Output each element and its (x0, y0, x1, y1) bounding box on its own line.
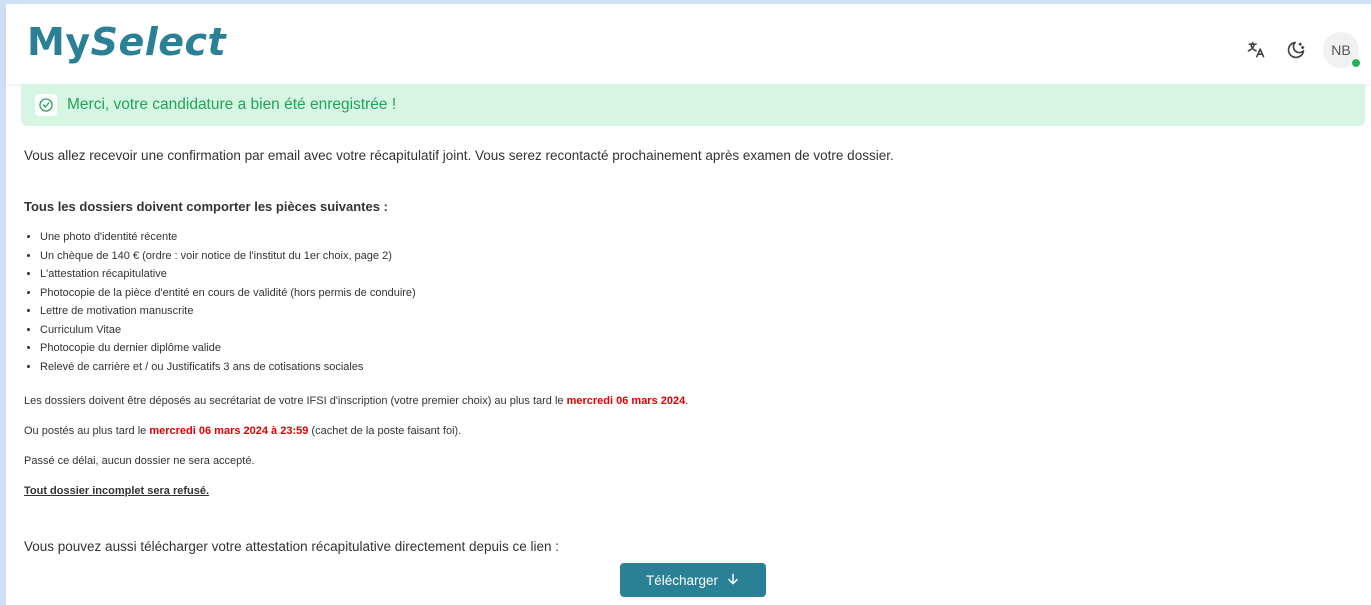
main-content: Vous allez recevoir une confirmation par… (24, 148, 1354, 554)
app-header: MySelect NB (6, 4, 1371, 84)
list-item: Relevé de carrière et / ou Justificatifs… (40, 358, 416, 377)
check-circle-icon (35, 94, 57, 116)
download-button[interactable]: Télécharger (620, 563, 766, 597)
list-item: L'attestation récapitulative (40, 265, 416, 284)
deadline-note: Passé ce délai, aucun dossier ne sera ac… (24, 455, 255, 467)
deposit-text-before: Les dossiers doivent être déposés au sec… (24, 395, 567, 407)
list-item: Une photo d'identité récente (40, 228, 416, 247)
online-status-dot (1351, 58, 1361, 68)
deposit-date: mercredi 06 mars 2024 (566, 395, 686, 407)
documents-list: Une photo d'identité récente Un chèque d… (24, 228, 416, 376)
intro-text: Vous allez recevoir une confirmation par… (24, 148, 894, 163)
post-deadline-text: Ou postés au plus tard le mercredi 06 ma… (24, 425, 461, 437)
list-item: Photocopie de la pièce d'entité en cours… (40, 284, 416, 303)
avatar[interactable]: NB (1323, 32, 1361, 68)
post-date: mercredi 06 mars 2024 à 23:59 (149, 425, 309, 437)
deposit-text-after: . (685, 395, 689, 407)
list-item: Photocopie du dernier diplôme valide (40, 339, 416, 358)
alert-message: Merci, votre candidature a bien été enre… (67, 96, 397, 113)
download-button-label: Télécharger (645, 572, 719, 588)
dark-mode-icon[interactable] (1283, 37, 1309, 63)
translate-icon[interactable] (1243, 37, 1269, 63)
logo[interactable]: MySelect (27, 20, 226, 64)
avatar-initials: NB (1331, 42, 1351, 58)
deposit-deadline-text: Les dossiers doivent être déposés au sec… (24, 395, 688, 407)
list-item: Lettre de motivation manuscrite (40, 302, 416, 321)
section-title: Tous les dossiers doivent comporter les … (24, 199, 388, 214)
incomplete-note: Tout dossier incomplet sera refusé. (24, 485, 210, 497)
post-text-after: (cachet de la poste faisant foi). (308, 425, 462, 437)
logo-part-2: Select (90, 20, 227, 64)
post-text-before: Ou postés au plus tard le (24, 425, 150, 437)
download-line: Vous pouvez aussi télécharger votre atte… (24, 539, 560, 554)
list-item: Un chèque de 140 € (ordre : voir notice … (40, 247, 416, 266)
arrow-down-icon (726, 572, 740, 589)
logo-part-1: My (27, 20, 91, 64)
list-item: Curriculum Vitae (40, 321, 416, 340)
header-actions: NB (1243, 32, 1361, 68)
success-alert: Merci, votre candidature a bien été enre… (21, 84, 1365, 126)
